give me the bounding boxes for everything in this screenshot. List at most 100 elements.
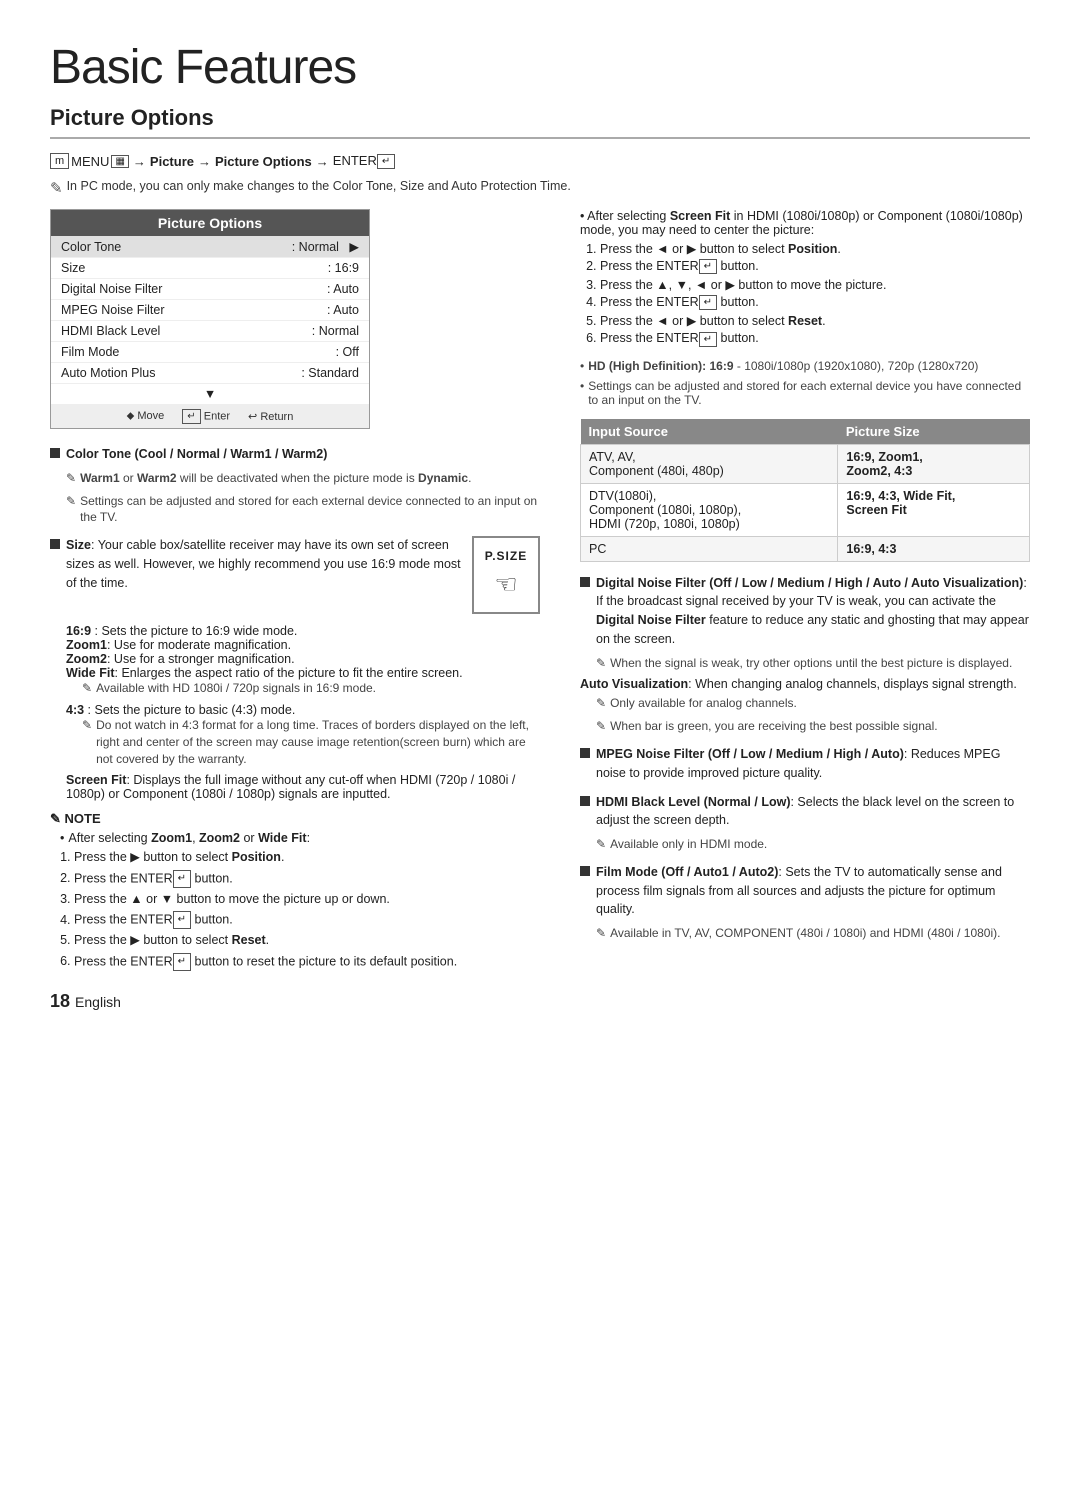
input-source-table: Input Source Picture Size ATV, AV,Compon… — [580, 419, 1030, 562]
sf-step-3: Press the ▲, ▼, ◄ or ▶ button to move th… — [600, 277, 1030, 292]
menu-arrow3: → — [316, 154, 329, 169]
right-column: • After selecting Screen Fit in HDMI (10… — [580, 209, 1030, 1012]
size-section: P.SIZE ☜ Size: Your cable box/satellite … — [50, 536, 540, 801]
mpeg-header: MPEG Noise Filter (Off / Low / Medium / … — [580, 745, 1030, 783]
bullet-icon — [50, 448, 60, 458]
note-pencil-icon: ✎ — [596, 718, 606, 735]
page-title: Basic Features — [50, 40, 1030, 95]
size-intro: P.SIZE ☜ Size: Your cable box/satellite … — [66, 536, 540, 618]
table-row: MPEG Noise Filter : Auto — [51, 300, 369, 321]
menu-icon: m MENU ▦ — [50, 153, 129, 169]
menu-path: m MENU ▦ → Picture → Picture Options → E… — [50, 153, 1030, 169]
hdmi-header: HDMI Black Level (Normal / Low): Selects… — [580, 793, 1030, 831]
note-header: ✎ NOTE — [50, 811, 540, 827]
color-tone-note2: ✎ Settings can be adjusted and stored fo… — [66, 493, 540, 527]
row-value: : Off — [336, 345, 359, 359]
table-row: Auto Motion Plus : Standard — [51, 363, 369, 384]
color-tone-section: Color Tone (Cool / Normal / Warm1 / Warm… — [50, 445, 540, 526]
mpeg-noise-section: MPEG Noise Filter (Off / Low / Medium / … — [580, 745, 1030, 783]
note-step-1: Press the ▶ button to select Position. — [74, 849, 540, 867]
note-pencil-icon: ✎ — [66, 493, 76, 510]
menu-arrow2: → — [198, 154, 211, 169]
footer-enter: ↵ Enter — [182, 409, 230, 424]
table-row: Film Mode : Off — [51, 342, 369, 363]
row-label: Auto Motion Plus — [61, 366, 156, 380]
table-row: HDMI Black Level : Normal — [51, 321, 369, 342]
table-row: Size : 16:9 — [51, 258, 369, 279]
color-tone-header-item: Color Tone (Cool / Normal / Warm1 / Warm… — [50, 445, 540, 464]
note-block: ✎ NOTE • After selecting Zoom1, Zoom2 or… — [50, 811, 540, 971]
size-43: 4:3 : Sets the picture to basic (4:3) mo… — [66, 703, 540, 717]
bullet-icon — [50, 539, 60, 549]
table-row: ATV, AV,Component (480i, 480p) 16:9, Zoo… — [581, 444, 1030, 483]
table-row: DTV(1080i),Component (1080i, 1080p),HDMI… — [581, 483, 1030, 536]
size-header-item: P.SIZE ☜ Size: Your cable box/satellite … — [50, 536, 540, 618]
table-row-scroll: ▼ — [51, 384, 369, 405]
psize-hand-icon: ☜ — [494, 565, 517, 604]
table-footer: ⬥ Move ↵ Enter ↩ Return — [51, 405, 369, 428]
row-label: Film Mode — [61, 345, 119, 359]
dnf-note3: ✎ When bar is green, you are receiving t… — [596, 718, 1030, 735]
note-step-2: Press the ENTER↵ button. — [74, 870, 540, 888]
note-pencil-icon: ✎ — [66, 470, 76, 487]
source-cell: DTV(1080i),Component (1080i, 1080p),HDMI… — [581, 483, 838, 536]
note-pencil-icon: ✎ — [596, 695, 606, 712]
size-43-note: ✎ Do not watch in 4:3 format for a long … — [82, 717, 540, 767]
size-cell: 16:9, Zoom1,Zoom2, 4:3 — [838, 444, 1030, 483]
screen-fit-intro: • After selecting Screen Fit in HDMI (10… — [580, 209, 1030, 237]
digital-noise-section: Digital Noise Filter (Off / Low / Medium… — [580, 574, 1030, 735]
row-label: Digital Noise Filter — [61, 282, 162, 296]
note-step-3: Press the ▲ or ▼ button to move the pict… — [74, 891, 540, 909]
psize-label: P.SIZE — [485, 547, 527, 565]
size-cell: 16:9, 4:3, Wide Fit,Screen Fit — [838, 483, 1030, 536]
row-label: HDMI Black Level — [61, 324, 160, 338]
note-list: • After selecting Zoom1, Zoom2 or Wide F… — [50, 831, 540, 845]
bullet-icon — [580, 577, 590, 587]
note-pencil-icon: ✎ — [50, 179, 63, 197]
color-tone-label: Color Tone (Cool / Normal / Warm1 / Warm… — [66, 445, 327, 464]
table-row: Digital Noise Filter : Auto — [51, 279, 369, 300]
menu-picture: Picture — [150, 154, 194, 169]
left-column: Picture Options Color Tone : Normal ▶ Si… — [50, 209, 540, 1012]
hdmi-note: ✎ Available only in HDMI mode. — [596, 836, 1030, 853]
row-value: : Auto — [327, 282, 359, 296]
row-label: Size — [61, 261, 85, 275]
screen-fit-right-note: • After selecting Screen Fit in HDMI (10… — [580, 209, 1030, 347]
dnf-header: Digital Noise Filter (Off / Low / Medium… — [580, 574, 1030, 649]
size-items: 16:9 : Sets the picture to 16:9 wide mod… — [66, 624, 540, 801]
menu-arrow1: → — [133, 154, 146, 169]
dnf-note1: ✎ When the signal is weak, try other opt… — [596, 655, 1030, 672]
note-pencil-icon: ✎ — [82, 680, 92, 697]
film-mode-section: Film Mode (Off / Auto1 / Auto2): Sets th… — [580, 863, 1030, 942]
size-screen-fit: Screen Fit: Displays the full image with… — [66, 773, 540, 801]
note-steps: Press the ▶ button to select Position. P… — [50, 849, 540, 971]
sf-step-2: Press the ENTER↵ button. — [600, 259, 1030, 274]
hdmi-black-section: HDMI Black Level (Normal / Low): Selects… — [580, 793, 1030, 853]
dnf-note2: ✎ Only available for analog channels. — [596, 695, 1030, 712]
table-row: PC 16:9, 4:3 — [581, 536, 1030, 561]
screen-fit-steps: Press the ◄ or ▶ button to select Positi… — [580, 241, 1030, 347]
size-zoom1: Zoom1: Use for moderate magnification. — [66, 638, 540, 652]
row-value: : Auto — [327, 303, 359, 317]
bullet-icon — [580, 866, 590, 876]
scroll-indicator: ▼ — [204, 387, 216, 401]
film-header: Film Mode (Off / Auto1 / Auto2): Sets th… — [580, 863, 1030, 919]
table-col-source: Input Source — [581, 419, 838, 445]
sf-step-1: Press the ◄ or ▶ button to select Positi… — [600, 241, 1030, 256]
menu-enter: ENTER↵ — [333, 153, 395, 169]
note-pencil-icon: ✎ — [596, 836, 606, 853]
pc-note: ✎ In PC mode, you can only make changes … — [50, 179, 1030, 197]
note-step-6: Press the ENTER↵ button to reset the pic… — [74, 953, 540, 971]
row-value: : 16:9 — [328, 261, 359, 275]
psize-button: P.SIZE ☜ — [472, 536, 540, 614]
table-col-size: Picture Size — [838, 419, 1030, 445]
color-tone-note1: ✎ Warm1 or Warm2 will be deactivated whe… — [66, 470, 540, 487]
size-16-9: 16:9 : Sets the picture to 16:9 wide mod… — [66, 624, 540, 638]
table-row: Color Tone : Normal ▶ — [51, 236, 369, 258]
size-wide-fit: Wide Fit: Enlarges the aspect ratio of t… — [66, 666, 540, 680]
bullet-dot: • — [580, 379, 584, 393]
hd-note: • HD (High Definition): 16:9 - 1080i/108… — [580, 359, 1030, 373]
note-pencil-icon: ✎ — [596, 655, 606, 672]
table-header: Picture Options — [51, 210, 369, 236]
film-note: ✎ Available in TV, AV, COMPONENT (480i /… — [596, 925, 1030, 942]
